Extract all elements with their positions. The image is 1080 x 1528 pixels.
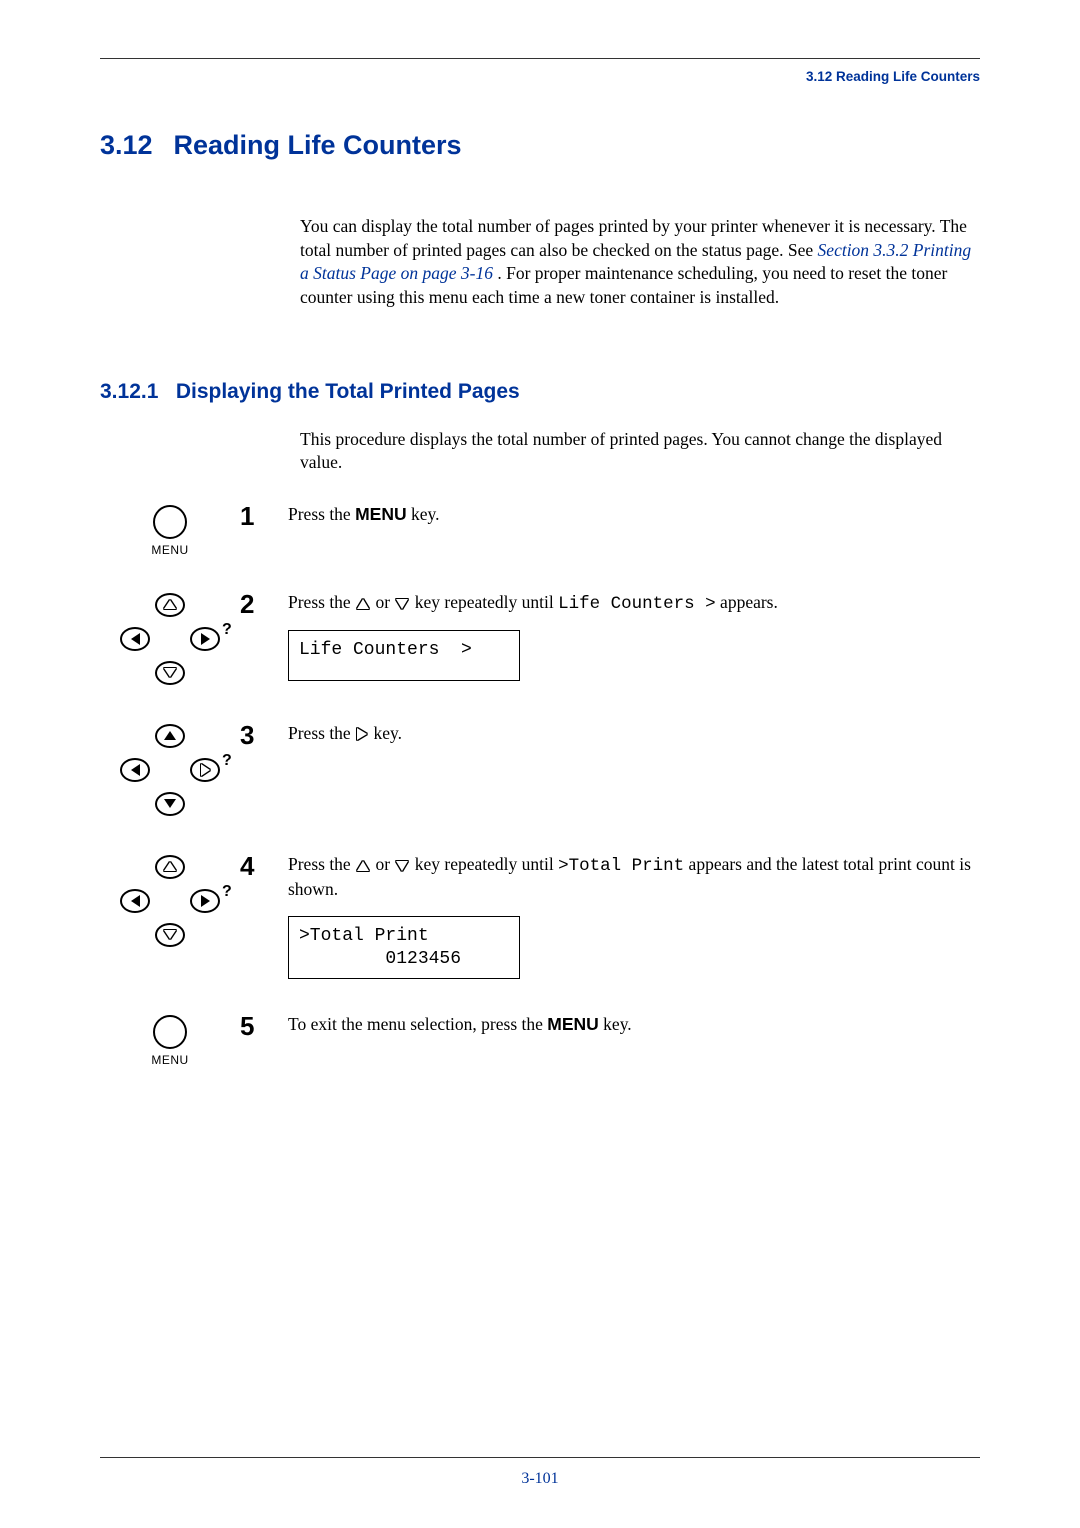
menu-button-icon: MENU (151, 505, 188, 557)
dpad-up-icon (155, 855, 185, 879)
dpad-right-icon (190, 627, 220, 651)
step-1-text: Press the MENU key. (288, 503, 980, 527)
step-5-number: 5 (240, 1013, 288, 1039)
step-3-number: 3 (240, 722, 288, 748)
step-4-icon: ? (100, 853, 240, 950)
dpad-left-icon (120, 758, 150, 782)
triangle-left-icon (131, 764, 140, 776)
menu-button-icon: MENU (151, 1015, 188, 1067)
triangle-right-icon (201, 764, 210, 776)
steps-list: MENU 1 Press the MENU key. ? 2 Pr (100, 503, 980, 1067)
subsection-number: 3.12.1 (100, 380, 170, 404)
question-mark-icon: ? (222, 883, 232, 901)
dpad-right-icon (190, 889, 220, 913)
step-4-number: 4 (240, 853, 288, 879)
menu-key-label: MENU (547, 1014, 599, 1034)
step-3-icon: ? (100, 722, 240, 819)
triangle-right-icon (201, 895, 210, 907)
triangle-left-icon (131, 895, 140, 907)
question-mark-icon: ? (222, 752, 232, 770)
triangle-up-icon (357, 599, 369, 609)
step-4-text: Press the or key repeatedly until >Total… (288, 853, 980, 979)
footer-rule (100, 1457, 980, 1458)
menu-button-label: MENU (151, 1053, 188, 1067)
menu-key-label: MENU (355, 504, 407, 524)
subsection-intro: This procedure displays the total number… (300, 428, 980, 475)
subsection-title-text: Displaying the Total Printed Pages (176, 380, 520, 403)
dpad-right-icon (190, 758, 220, 782)
lcd-display: Life Counters > (288, 630, 520, 681)
triangle-left-icon (131, 633, 140, 645)
circle-icon (153, 505, 187, 539)
triangle-down-icon (396, 861, 408, 871)
dpad-down-icon (155, 661, 185, 685)
running-head: 3.12 Reading Life Counters (100, 69, 980, 84)
triangle-up-icon (164, 731, 176, 740)
step-2-icon: ? (100, 591, 240, 688)
triangle-up-icon (164, 862, 176, 871)
triangle-down-icon (164, 799, 176, 808)
step-4: ? 4 Press the or key repeatedly until >T… (100, 853, 980, 979)
dpad-icon: ? (110, 855, 230, 950)
step-1-icon: MENU (100, 503, 240, 557)
question-mark-icon: ? (222, 621, 232, 639)
dpad-up-icon (155, 593, 185, 617)
section-number: 3.12 (100, 130, 166, 161)
menu-button-label: MENU (151, 543, 188, 557)
top-rule (100, 58, 980, 59)
step-5-text: To exit the menu selection, press the ME… (288, 1013, 980, 1037)
triangle-right-icon (357, 728, 367, 740)
step-3: ? 3 Press the key. (100, 722, 980, 819)
dpad-down-icon (155, 923, 185, 947)
dpad-icon: ? (110, 593, 230, 688)
step-2-text: Press the or key repeatedly until Life C… (288, 591, 980, 681)
step-5-icon: MENU (100, 1013, 240, 1067)
step-5: MENU 5 To exit the menu selection, press… (100, 1013, 980, 1067)
circle-icon (153, 1015, 187, 1049)
triangle-down-icon (164, 930, 176, 939)
step-2: ? 2 Press the or key repeatedly until Li… (100, 591, 980, 688)
triangle-up-icon (164, 600, 176, 609)
triangle-down-icon (396, 599, 408, 609)
lcd-text-inline: >Total Print (558, 856, 684, 876)
section-intro: You can display the total number of page… (300, 215, 980, 310)
step-2-number: 2 (240, 591, 288, 617)
dpad-up-icon (155, 724, 185, 748)
triangle-right-icon (201, 633, 210, 645)
triangle-up-icon (357, 861, 369, 871)
step-3-text: Press the key. (288, 722, 980, 746)
dpad-icon: ? (110, 724, 230, 819)
step-1: MENU 1 Press the MENU key. (100, 503, 980, 557)
lcd-text-inline: Life Counters > (558, 594, 716, 614)
subsection-heading: 3.12.1 Displaying the Total Printed Page… (100, 380, 980, 404)
page-number: 3-101 (100, 1470, 980, 1488)
dpad-left-icon (120, 889, 150, 913)
lcd-display: >Total Print 0123456 (288, 916, 520, 979)
dpad-left-icon (120, 627, 150, 651)
triangle-down-icon (164, 668, 176, 677)
page-footer: 3-101 (100, 1457, 980, 1488)
step-1-number: 1 (240, 503, 288, 529)
section-heading: 3.12 Reading Life Counters (100, 130, 980, 161)
section-title-text: Reading Life Counters (174, 130, 462, 160)
dpad-down-icon (155, 792, 185, 816)
